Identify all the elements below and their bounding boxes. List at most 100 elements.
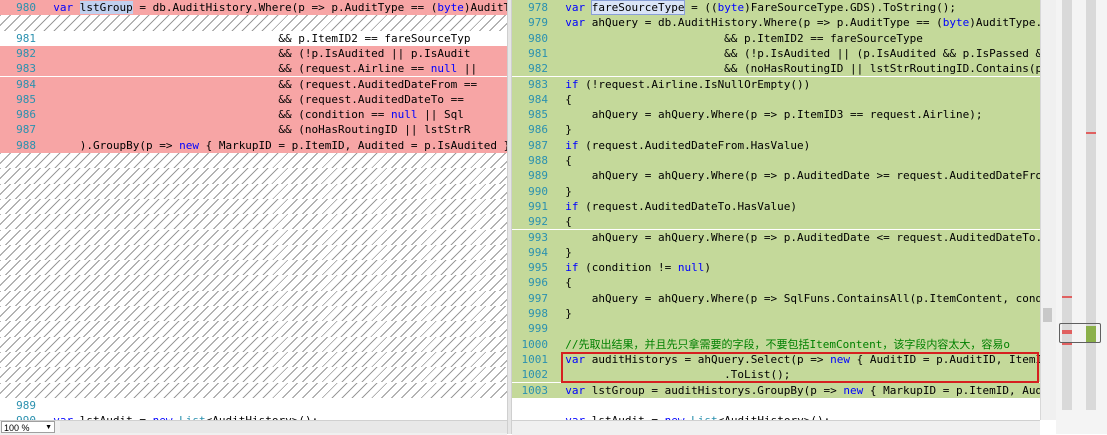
line-number: 1003 xyxy=(521,383,549,397)
code-line[interactable]: && (noHasRoutingID || lstStrRoutingID.Co… xyxy=(512,61,1040,77)
code-line[interactable]: if (!request.Airline.IsNullOrEmpty()) xyxy=(512,76,1040,92)
zoom-select[interactable]: 100 % ▼ xyxy=(1,421,55,433)
code-token: } xyxy=(552,245,572,259)
code-line[interactable]: .ToList(); xyxy=(512,367,1040,383)
line-number: 979 xyxy=(528,16,548,30)
blank-hatched-line xyxy=(0,290,507,306)
code-token: || xyxy=(457,62,478,76)
code-line[interactable]: { xyxy=(512,91,1040,108)
line-number: 987 xyxy=(16,123,36,137)
code-text: && (!p.IsAudited || p.IsAudit xyxy=(40,46,470,61)
code-line[interactable]: } xyxy=(512,122,1040,138)
code-line[interactable]: ahQuery = ahQuery.Where(p => p.ItemID3 =… xyxy=(512,107,1040,123)
code-line[interactable]: } xyxy=(512,244,1040,261)
right-horizontal-scrollbar[interactable] xyxy=(512,420,1040,435)
code-line[interactable]: && p.ItemID2 == fareSourceTyp xyxy=(38,31,507,46)
code-line[interactable]: if (condition != null) xyxy=(512,260,1040,276)
code-token: null xyxy=(391,108,418,122)
code-token: ahQuery = ahQuery.Where(p => SqlFuns.Con… xyxy=(552,291,1040,305)
code-token: auditHistorys = ahQuery.Select(p => xyxy=(585,352,831,366)
blank-hatched-line xyxy=(0,336,507,352)
code-line[interactable]: { xyxy=(512,275,1040,291)
code-token: && p.ItemID2 == fareSourceType xyxy=(552,31,923,45)
code-line[interactable]: && (condition == null || Sql xyxy=(0,107,507,123)
overview-change-marker xyxy=(1062,343,1072,345)
code-line[interactable]: ahQuery = ahQuery.Where(p => p.AuditedDa… xyxy=(512,168,1040,184)
vertical-scrollbar-thumb[interactable] xyxy=(1043,308,1052,322)
code-line[interactable] xyxy=(38,398,507,413)
code-line[interactable]: { xyxy=(512,214,1040,230)
code-line[interactable]: if (request.AuditedDateFrom.HasValue) xyxy=(512,137,1040,153)
overview-right-strip xyxy=(1086,0,1096,410)
code-token: (condition != xyxy=(578,261,678,275)
code-line[interactable]: ahQuery = ahQuery.Where(p => p.AuditedDa… xyxy=(512,229,1040,245)
left-diff-pane[interactable]: var lstGroup = db.AuditHistory.Where(p =… xyxy=(0,0,507,420)
line-number: 996 xyxy=(528,276,548,290)
code-token: { AuditID = p.AuditID, ItemID xyxy=(850,352,1040,366)
code-token: { MarkupID = p.ItemID, Audited = p.IsAud… xyxy=(198,138,507,152)
code-line[interactable]: var lstAudit = new List<AuditHistory>(); xyxy=(38,413,507,420)
line-number: 988 xyxy=(528,154,548,167)
overview-viewport-indicator[interactable] xyxy=(1059,323,1101,343)
line-number: 990 xyxy=(0,413,36,420)
code-line[interactable]: && p.ItemID2 == fareSourceType xyxy=(512,30,1040,46)
code-line[interactable]: ahQuery = ahQuery.Where(p => SqlFuns.Con… xyxy=(512,290,1040,306)
line-number: 984 xyxy=(528,92,548,106)
code-line[interactable]: ).GroupBy(p => new { MarkupID = p.ItemID… xyxy=(0,137,507,153)
code-line[interactable] xyxy=(512,321,1040,337)
code-token: ahQuery = ahQuery.Where(p => p.AuditedDa… xyxy=(552,169,1040,183)
code-token: var xyxy=(565,352,586,366)
line-number: 999 xyxy=(528,322,548,336)
code-line[interactable]: var ahQuery = db.AuditHistory.Where(p =>… xyxy=(512,15,1040,31)
line-number: 982 xyxy=(16,46,36,60)
line-number: 982 xyxy=(528,62,548,76)
line-number: 983 xyxy=(528,77,548,91)
code-line[interactable]: && (!p.IsAudited || (p.IsAudited && p.Is… xyxy=(512,45,1040,62)
code-line[interactable]: && (request.AuditedDateFrom == xyxy=(0,76,507,92)
line-number: 995 xyxy=(528,261,548,275)
blank-hatched-line xyxy=(0,229,507,245)
left-horizontal-scrollbar[interactable] xyxy=(60,421,507,433)
code-line[interactable]: var auditHistorys = ahQuery.Select(p => … xyxy=(512,351,1040,368)
code-line[interactable]: if (request.AuditedDateTo.HasValue) xyxy=(512,198,1040,215)
blank-hatched-line xyxy=(0,306,507,322)
code-line[interactable]: //先取出结果，并且先只拿需要的字段，不要包括ItemContent，该字段内容… xyxy=(512,336,1040,352)
code-token: var xyxy=(565,383,586,397)
code-token: && p.ItemID2 == fareSourceTyp xyxy=(40,31,471,45)
chevron-down-icon[interactable]: ▼ xyxy=(45,422,52,434)
code-token: lstGroup = auditHistorys.GroupBy(p => xyxy=(585,383,844,397)
code-text: if (condition != null) xyxy=(552,260,711,275)
code-line[interactable] xyxy=(550,398,1040,413)
vertical-scrollbar[interactable] xyxy=(1040,0,1057,420)
code-line[interactable]: } xyxy=(512,183,1040,199)
blank-hatched-line xyxy=(0,321,507,337)
right-diff-pane[interactable]: var fareSourceType = ((byte)FareSourceTy… xyxy=(512,0,1040,420)
code-line[interactable]: { xyxy=(512,153,1040,169)
code-line[interactable]: && (noHasRoutingID || lstStrR xyxy=(0,122,507,138)
code-line[interactable]: && (!p.IsAudited || p.IsAudit xyxy=(0,45,507,62)
line-number: 983 xyxy=(16,62,36,76)
code-text: ahQuery = ahQuery.Where(p => p.AuditedDa… xyxy=(552,168,1040,183)
code-line[interactable]: && (request.Airline == null || xyxy=(0,61,507,77)
code-token: lstGroup xyxy=(79,1,133,14)
code-text: ahQuery = ahQuery.Where(p => p.AuditedDa… xyxy=(552,230,1040,245)
code-line[interactable]: var lstAudit = new List<AuditHistory>(); xyxy=(550,413,1040,420)
code-token: && (noHasRoutingID || lstStrR xyxy=(40,123,471,137)
code-token: )AuditTy xyxy=(463,1,507,14)
code-line[interactable]: && (request.AuditedDateTo == xyxy=(0,91,507,108)
code-text: && (noHasRoutingID || lstStrRoutingID.Co… xyxy=(552,61,1040,76)
code-line[interactable]: } xyxy=(512,306,1040,322)
code-line[interactable]: var lstGroup = auditHistorys.GroupBy(p =… xyxy=(512,382,1040,398)
code-text: ahQuery = ahQuery.Where(p => p.ItemID3 =… xyxy=(552,107,983,122)
code-line[interactable]: var lstGroup = db.AuditHistory.Where(p =… xyxy=(0,0,507,16)
code-token: var xyxy=(565,1,586,14)
code-token: byte xyxy=(437,1,464,14)
code-text: if (request.AuditedDateTo.HasValue) xyxy=(552,199,797,214)
code-line[interactable]: var fareSourceType = ((byte)FareSourceTy… xyxy=(512,0,1040,16)
code-token: if xyxy=(565,261,579,275)
